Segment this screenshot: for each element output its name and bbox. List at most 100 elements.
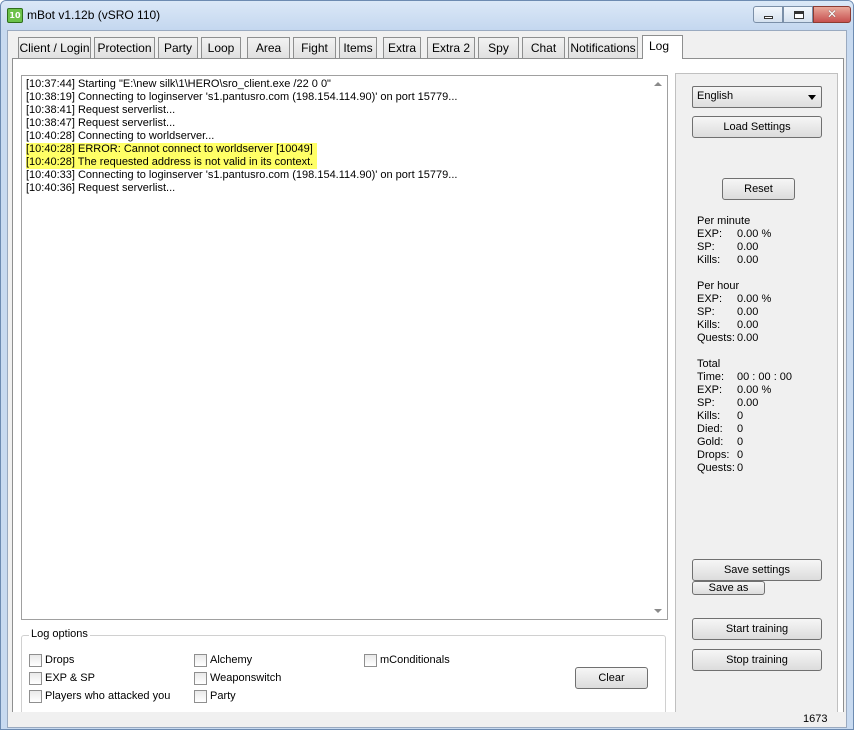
stat-value: 0.00 xyxy=(737,332,759,344)
log-line: [10:38:47] Request serverlist... xyxy=(26,117,176,129)
stat-value: 0.00 % xyxy=(737,228,772,240)
tab-party[interactable]: Party xyxy=(158,37,198,58)
main-window: 10 mBot v1.12b (vSRO 110) ✕ Client / Log… xyxy=(0,0,854,730)
checkbox-label: Weaponswitch xyxy=(210,672,282,684)
per-hour-title: Per hour xyxy=(697,280,740,292)
log-scrollbar[interactable] xyxy=(650,76,667,619)
maximize-button[interactable] xyxy=(783,6,813,23)
checkbox-box[interactable] xyxy=(29,690,42,703)
stat-label: Gold: xyxy=(697,436,724,448)
checkbox-label: Drops xyxy=(45,654,75,666)
checkbox-label: Party xyxy=(210,690,236,702)
stat-label: EXP: xyxy=(697,384,723,396)
tab-extra[interactable]: Extra xyxy=(383,37,421,58)
log-line: [10:40:36] Request serverlist... xyxy=(26,182,176,194)
start-training-button[interactable]: Start training xyxy=(692,618,822,640)
tab-area[interactable]: Area xyxy=(247,37,290,58)
stat-value: 0.00 % xyxy=(737,384,772,396)
stat-label: Drops: xyxy=(697,449,730,461)
language-value: English xyxy=(697,90,734,102)
log-options-group: Log options Drops EXP & SP Players who a… xyxy=(21,628,666,715)
stat-label: Quests: xyxy=(697,462,735,474)
tab-client-login[interactable]: Client / Login xyxy=(18,37,91,58)
stats-sidebar: English Load Settings Reset Per minute E… xyxy=(675,73,838,720)
stat-value: 0.00 % xyxy=(737,293,772,305)
log-output[interactable]: [10:37:44] Starting "E:\new silk\1\HERO\… xyxy=(21,75,668,620)
stat-value: 00 : 00 : 00 xyxy=(737,371,793,383)
tab-notifications[interactable]: Notifications xyxy=(568,37,638,58)
stat-label: Died: xyxy=(697,423,723,435)
checkbox-box[interactable] xyxy=(194,654,207,667)
close-button[interactable]: ✕ xyxy=(813,6,851,23)
stat-value: 0 xyxy=(737,423,744,435)
client-area: Client / Login Protection Party Loop Are… xyxy=(7,30,847,728)
checkbox-label: mConditionals xyxy=(380,654,450,666)
save-as-button[interactable]: Save as xyxy=(692,581,765,595)
app-icon: 10 xyxy=(7,8,23,23)
log-options-title: Log options xyxy=(29,628,90,640)
checkbox-box[interactable] xyxy=(29,654,42,667)
minimize-icon xyxy=(764,16,773,19)
status-bar: 1673 xyxy=(8,712,846,727)
stat-label: SP: xyxy=(697,241,715,253)
minimize-button[interactable] xyxy=(753,6,783,23)
log-tab-panel: [10:37:44] Starting "E:\new silk\1\HERO\… xyxy=(12,58,844,724)
tab-log[interactable]: Log xyxy=(642,35,683,59)
stat-value: 0.00 xyxy=(737,319,759,331)
stat-label: Quests: xyxy=(697,332,735,344)
total-title: Total xyxy=(697,358,721,370)
stat-label: EXP: xyxy=(697,293,723,305)
checkbox-box[interactable] xyxy=(29,672,42,685)
tab-fight[interactable]: Fight xyxy=(293,37,336,58)
stat-label: Kills: xyxy=(697,319,721,331)
tab-loop[interactable]: Loop xyxy=(201,37,241,58)
checkbox-box[interactable] xyxy=(364,654,377,667)
window-title: mBot v1.12b (vSRO 110) xyxy=(27,8,161,22)
chevron-down-icon xyxy=(808,95,816,100)
log-line: [10:38:41] Request serverlist... xyxy=(26,104,176,116)
stat-value: 0 xyxy=(737,410,744,422)
tab-items[interactable]: Items xyxy=(339,37,377,58)
stat-label: Kills: xyxy=(697,410,721,422)
maximize-icon xyxy=(794,11,804,19)
status-value: 1673 xyxy=(803,713,828,725)
log-line-error: [10:40:28] The requested address is not … xyxy=(26,156,318,169)
log-line-error: [10:40:28] ERROR: Cannot connect to worl… xyxy=(26,143,317,156)
per-minute-title: Per minute xyxy=(697,215,751,227)
stat-value: 0.00 xyxy=(737,397,759,409)
stat-value: 0 xyxy=(737,449,744,461)
scroll-up-arrow-icon[interactable] xyxy=(654,82,662,86)
stat-value: 0.00 xyxy=(737,254,759,266)
scroll-down-arrow-icon[interactable] xyxy=(654,609,662,613)
log-line: [10:38:19] Connecting to loginserver 's1… xyxy=(26,91,458,103)
stat-value: 0.00 xyxy=(737,306,759,318)
checkbox-label: Players who attacked you xyxy=(45,690,171,702)
checkbox-box[interactable] xyxy=(194,672,207,685)
checkbox-label: Alchemy xyxy=(210,654,253,666)
tab-protection[interactable]: Protection xyxy=(94,37,155,58)
log-line: [10:40:33] Connecting to loginserver 's1… xyxy=(26,169,458,181)
tab-spy[interactable]: Spy xyxy=(478,37,519,58)
stat-value: 0 xyxy=(737,436,744,448)
close-icon: ✕ xyxy=(826,7,838,21)
stop-training-button[interactable]: Stop training xyxy=(692,649,822,671)
stat-value: 0 xyxy=(737,462,744,474)
stat-label: EXP: xyxy=(697,228,723,240)
tab-chat[interactable]: Chat xyxy=(522,37,565,58)
title-bar[interactable]: 10 mBot v1.12b (vSRO 110) ✕ xyxy=(1,1,853,30)
stat-label: SP: xyxy=(697,306,715,318)
reset-button[interactable]: Reset xyxy=(722,178,795,200)
load-settings-button[interactable]: Load Settings xyxy=(692,116,822,138)
log-line: [10:37:44] Starting "E:\new silk\1\HERO\… xyxy=(26,78,331,90)
stat-value: 0.00 xyxy=(737,241,759,253)
stat-label: Kills: xyxy=(697,254,721,266)
checkbox-box[interactable] xyxy=(194,690,207,703)
tab-extra-2[interactable]: Extra 2 xyxy=(427,37,475,58)
log-line: [10:40:28] Connecting to worldserver... xyxy=(26,130,215,142)
clear-button[interactable]: Clear xyxy=(575,667,648,689)
stat-label: SP: xyxy=(697,397,715,409)
stat-label: Time: xyxy=(697,371,725,383)
save-settings-button[interactable]: Save settings xyxy=(692,559,822,581)
language-select[interactable]: English xyxy=(692,86,822,108)
checkbox-label: EXP & SP xyxy=(45,672,95,684)
